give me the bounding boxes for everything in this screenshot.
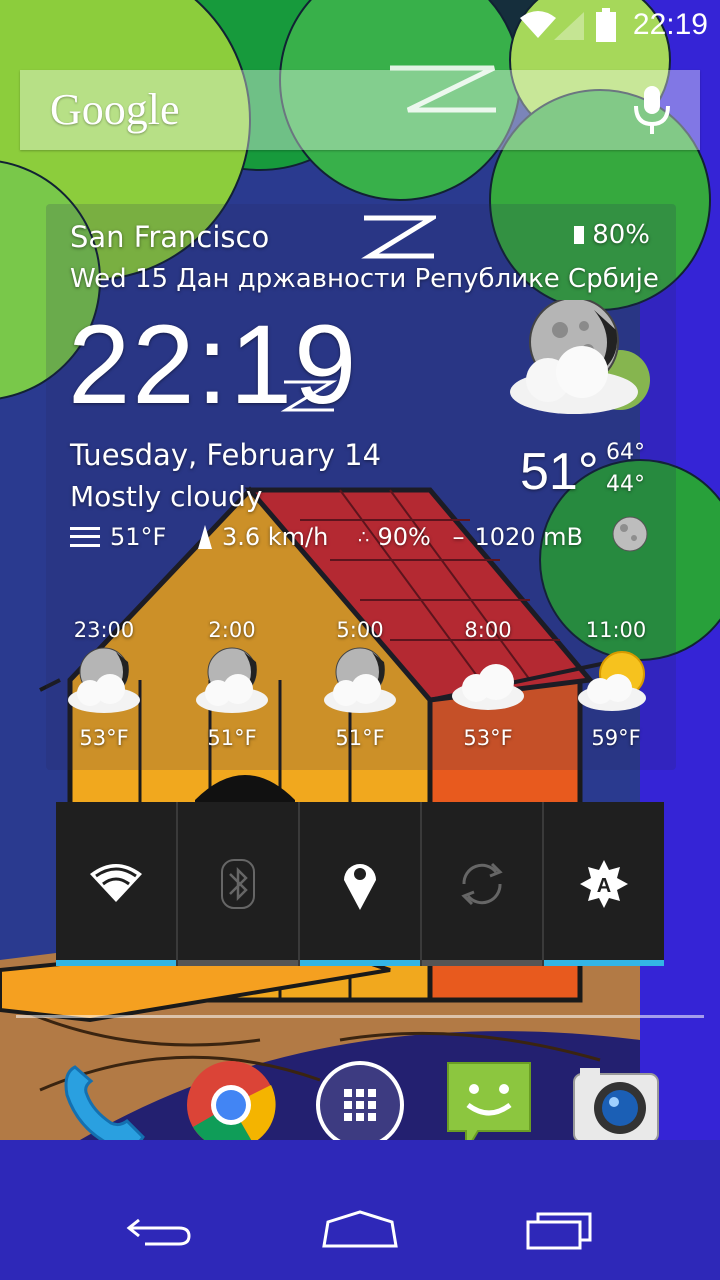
pressure: 1020 mB — [474, 523, 583, 551]
google-logo: Google — [50, 85, 180, 134]
hourly-item: 23:00 53°F — [40, 618, 168, 750]
apps-grid-icon — [316, 1061, 404, 1149]
battery-percent-text: 80% — [592, 220, 650, 250]
battery-icon — [596, 8, 616, 42]
date-holiday-line: Wed 15 Дан државности Републике Србије — [70, 264, 659, 294]
moon-cloud-icon — [324, 647, 396, 713]
back-button[interactable] — [100, 1200, 220, 1260]
cell-signal-icon — [554, 12, 584, 40]
recents-button[interactable] — [500, 1200, 620, 1260]
weather-condition: Mostly cloudy — [70, 480, 263, 513]
toggle-indicator — [300, 960, 420, 966]
toggle-brightness[interactable]: A — [544, 802, 664, 966]
home-button[interactable] — [300, 1200, 420, 1260]
status-bar: 22:19 — [0, 0, 720, 50]
battery-percent: 80% — [574, 220, 650, 250]
home-icon — [322, 1210, 398, 1248]
weather-clock-widget[interactable]: San Francisco Wed 15 Дан државности Репу… — [46, 204, 676, 770]
feels-like: 51°F — [110, 523, 167, 551]
wifi-icon — [90, 864, 142, 902]
back-icon — [126, 1218, 191, 1246]
hourly-item: 11:00 59°F — [552, 618, 680, 750]
sync-icon — [461, 862, 503, 906]
location-icon — [344, 864, 376, 910]
low-temperature: 44° — [606, 472, 645, 497]
moon-cloud-icon — [68, 647, 140, 713]
z-sleep-icon — [280, 380, 338, 412]
toggle-sync[interactable] — [422, 802, 544, 966]
wind-speed: 3.6 km/h — [221, 523, 329, 551]
toggle-indicator — [544, 960, 664, 966]
moon-cloud-icon — [196, 647, 268, 713]
hourly-item: 5:00 51°F — [296, 618, 424, 750]
recents-icon — [526, 1212, 592, 1250]
humidity: 90% — [377, 523, 431, 551]
moon-phase-icon — [612, 516, 648, 552]
google-search-bar[interactable]: Google — [20, 65, 700, 150]
hourly-temp: 51°F — [207, 726, 257, 750]
hourly-time: 2:00 — [208, 618, 256, 642]
toggle-location[interactable] — [300, 802, 422, 966]
power-control-widget: A — [56, 802, 664, 966]
moon-cloud-icon — [510, 300, 638, 414]
bluetooth-icon — [221, 859, 255, 909]
humidity-icon: ∴ — [358, 526, 370, 548]
hourly-temp: 53°F — [79, 726, 129, 750]
toggle-indicator — [178, 960, 298, 966]
toggle-wifi[interactable] — [56, 802, 178, 966]
wind-icon — [197, 525, 212, 549]
city-name: San Francisco — [70, 220, 270, 254]
auto-brightness-icon: A — [580, 860, 628, 908]
camera-icon — [573, 1068, 659, 1143]
hourly-temp: 53°F — [463, 726, 513, 750]
hourly-item: 2:00 51°F — [168, 618, 296, 750]
chrome-icon — [187, 1061, 276, 1149]
current-temperature: 51° — [520, 443, 599, 501]
hourly-time: 5:00 — [336, 618, 384, 642]
z-sleep-icon — [361, 215, 436, 259]
mic-icon[interactable] — [632, 84, 672, 136]
status-time: 22:19 — [632, 8, 708, 41]
hourly-temp: 51°F — [335, 726, 385, 750]
hourly-time: 11:00 — [585, 618, 647, 642]
hourly-item: 8:00 53°F — [424, 618, 552, 750]
dock-divider — [16, 1015, 704, 1018]
toggle-indicator — [56, 960, 176, 966]
svg-text:A: A — [597, 875, 611, 897]
hourly-temp: 59°F — [591, 726, 641, 750]
hourly-forecast: 23:00 53°F 2:00 51°F 5:00 51°F 8:00 53°F… — [46, 618, 676, 758]
navigation-bar — [0, 1140, 720, 1280]
hourly-time: 23:00 — [73, 618, 135, 642]
sun-cloud-icon — [578, 651, 646, 711]
long-date: Tuesday, February 14 — [70, 438, 382, 472]
battery-small-icon — [574, 226, 585, 244]
weather-details: 51°F 3.6 km/h ∴ 90% –1020 mB — [70, 522, 583, 551]
high-temperature: 64° — [606, 440, 645, 465]
hourly-time: 8:00 — [464, 618, 512, 642]
toggle-bluetooth[interactable] — [178, 802, 300, 966]
toggle-indicator — [422, 960, 542, 966]
cloud-icon — [452, 664, 524, 710]
fog-icon — [70, 527, 100, 547]
pressure-icon: – — [452, 523, 465, 551]
z-sleep-icon — [390, 65, 496, 113]
